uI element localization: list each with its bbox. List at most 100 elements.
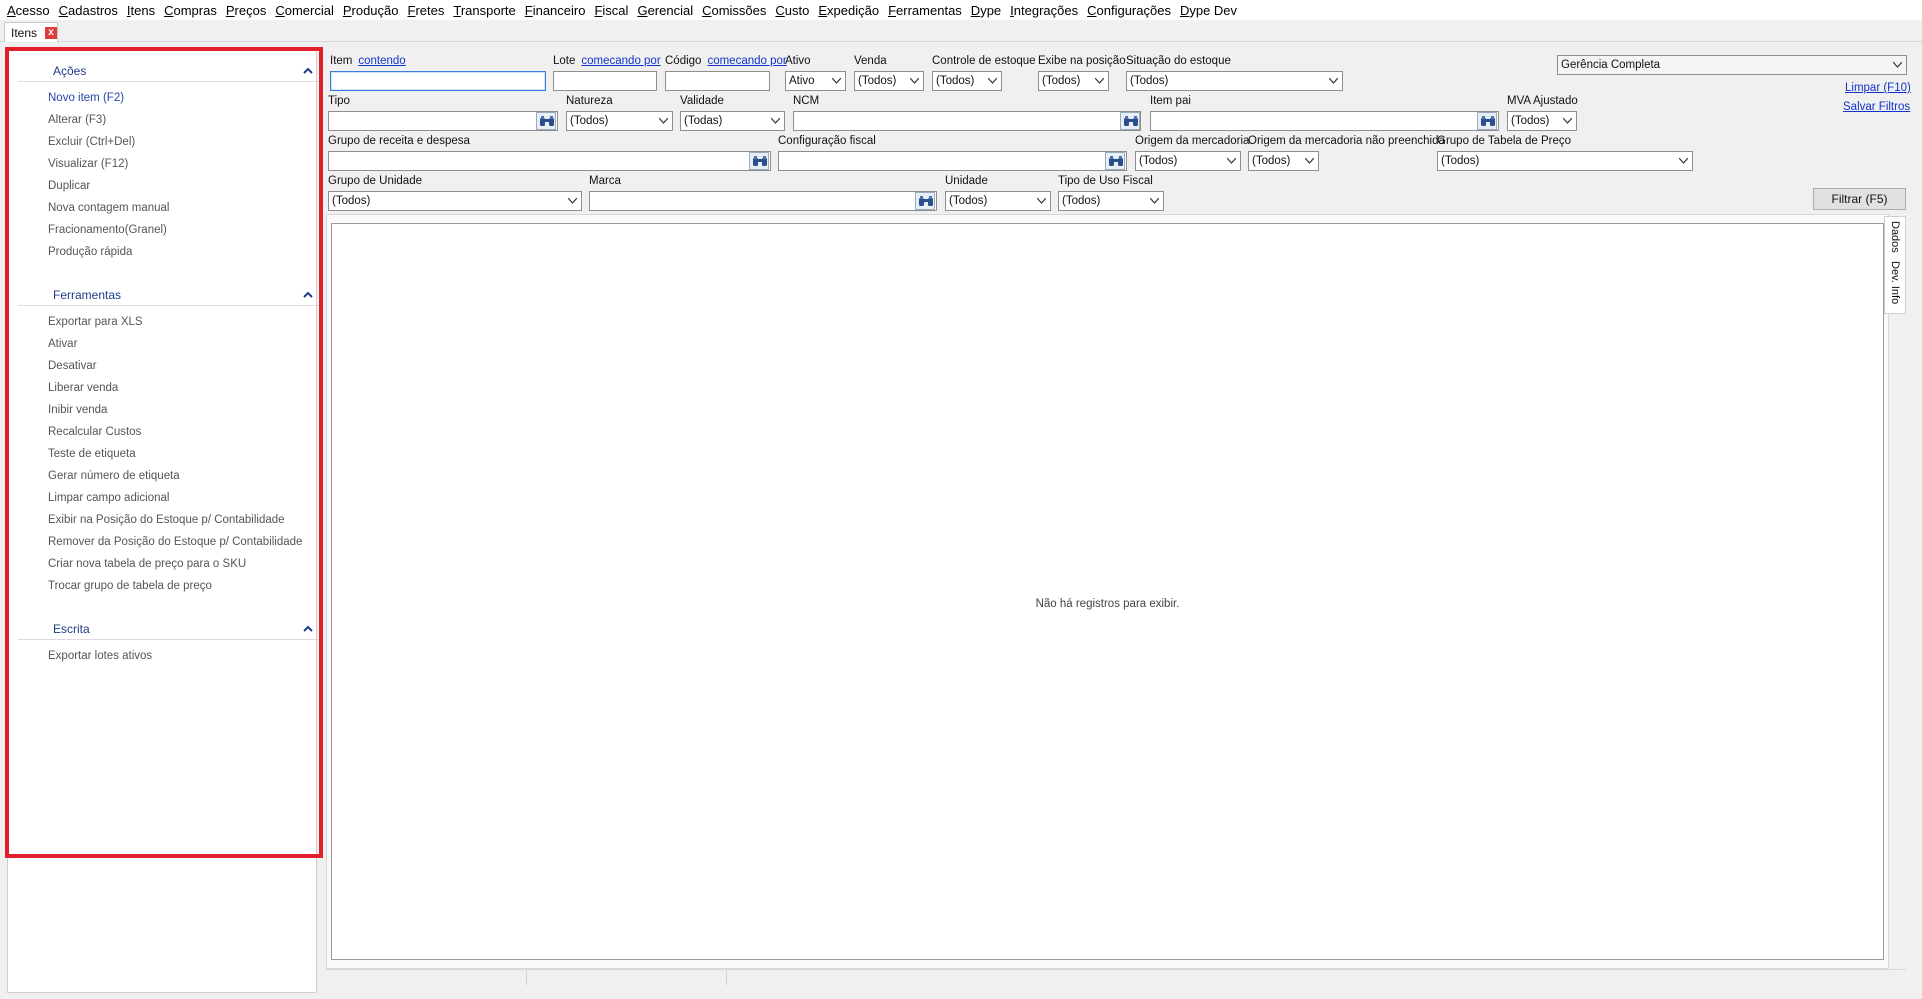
sidebar-action-item[interactable]: Produção rápida bbox=[48, 246, 132, 258]
perfil-select[interactable]: Gerência Completa bbox=[1557, 55, 1907, 75]
sidebar-action-item[interactable]: Liberar venda bbox=[48, 382, 118, 394]
item-mode-link[interactable]: contendo bbox=[358, 55, 405, 67]
chevron-down-icon bbox=[1305, 158, 1314, 164]
sidebar-action-item[interactable]: Limpar campo adicional bbox=[48, 492, 169, 504]
exibe-posicao-select[interactable]: (Todos) bbox=[1038, 71, 1109, 91]
codigo-input[interactable] bbox=[665, 71, 770, 91]
sidebar-action-item[interactable]: Visualizar (F12) bbox=[48, 158, 128, 170]
menu-item-3[interactable]: Compras bbox=[164, 3, 217, 18]
item-pai-input[interactable] bbox=[1150, 111, 1499, 131]
mva-select[interactable]: (Todos) bbox=[1507, 111, 1577, 131]
codigo-label: Código comecando por bbox=[665, 55, 787, 67]
group-header-0[interactable]: Ações bbox=[18, 60, 320, 82]
codigo-mode-link[interactable]: comecando por bbox=[707, 55, 786, 67]
binoculars-icon[interactable] bbox=[1105, 152, 1125, 170]
menu-item-1[interactable]: Cadastros bbox=[59, 3, 118, 18]
sidebar-action-item[interactable]: Duplicar bbox=[48, 180, 90, 192]
menu-item-15[interactable]: Ferramentas bbox=[888, 3, 962, 18]
tab-itens[interactable]: Itens x bbox=[4, 22, 58, 42]
sidebar-action-item[interactable]: Remover da Posição do Estoque p/ Contabi… bbox=[48, 536, 302, 548]
unidade-select[interactable]: (Todos) bbox=[945, 191, 1051, 211]
config-fiscal-input[interactable] bbox=[778, 151, 1127, 171]
menu-item-8[interactable]: Transporte bbox=[453, 3, 515, 18]
tab-dev-info[interactable]: Dev. Info bbox=[1889, 261, 1901, 304]
controle-estoque-label: Controle de estoque bbox=[932, 55, 1036, 67]
menu-item-4[interactable]: Preços bbox=[226, 3, 266, 18]
sidebar-action-item[interactable]: Alterar (F3) bbox=[48, 114, 106, 126]
tipo-input[interactable] bbox=[328, 111, 558, 131]
chevron-down-icon bbox=[988, 78, 997, 84]
situacao-estoque-label: Situação do estoque bbox=[1126, 55, 1231, 67]
filtrar-button[interactable]: Filtrar (F5) bbox=[1813, 188, 1906, 210]
sidebar-action-item[interactable]: Desativar bbox=[48, 360, 97, 372]
grupo-unidade-select[interactable]: (Todos) bbox=[328, 191, 582, 211]
group-title: Ações bbox=[53, 63, 87, 78]
ncm-input[interactable] bbox=[793, 111, 1141, 131]
chevron-up-icon[interactable] bbox=[302, 623, 314, 635]
sidebar-action-item[interactable]: Trocar grupo de tabela de preço bbox=[48, 580, 212, 592]
sidebar-action-item[interactable]: Criar nova tabela de preço para o SKU bbox=[48, 558, 246, 570]
sidebar-action-item[interactable]: Recalcular Custos bbox=[48, 426, 141, 438]
menu-item-0[interactable]: Acesso bbox=[7, 3, 50, 18]
sidebar-action-item[interactable]: Excluir (Ctrl+Del) bbox=[48, 136, 135, 148]
chevron-up-icon[interactable] bbox=[302, 65, 314, 77]
menu-item-12[interactable]: Comissões bbox=[702, 3, 766, 18]
sidebar-action-item[interactable]: Ativar bbox=[48, 338, 77, 350]
lote-mode-link[interactable]: comecando por bbox=[581, 55, 660, 67]
ativo-select[interactable]: Ativo bbox=[785, 71, 846, 91]
salvar-filtros-link[interactable]: Salvar Filtros bbox=[1843, 101, 1910, 113]
menu-item-17[interactable]: Integrações bbox=[1010, 3, 1078, 18]
group-header-1[interactable]: Ferramentas bbox=[18, 284, 320, 306]
marca-input[interactable] bbox=[589, 191, 937, 211]
menu-item-16[interactable]: Dype bbox=[971, 3, 1001, 18]
menu-item-14[interactable]: Expedição bbox=[818, 3, 879, 18]
sidebar-action-item[interactable]: Fracionamento(Granel) bbox=[48, 224, 167, 236]
sidebar-action-item[interactable]: Teste de etiqueta bbox=[48, 448, 136, 460]
sidebar-action-item[interactable]: Exibir na Posição do Estoque p/ Contabil… bbox=[48, 514, 285, 526]
results-grid[interactable]: Não há registros para exibir. bbox=[331, 223, 1884, 960]
mva-label: MVA Ajustado bbox=[1507, 95, 1578, 107]
menu-item-13[interactable]: Custo bbox=[775, 3, 809, 18]
venda-select[interactable]: (Todos) bbox=[854, 71, 924, 91]
status-divider bbox=[526, 971, 527, 985]
menu-item-5[interactable]: Comercial bbox=[275, 3, 334, 18]
controle-estoque-select[interactable]: (Todos) bbox=[932, 71, 1002, 91]
menu-item-10[interactable]: Fiscal bbox=[594, 3, 628, 18]
tipo-uso-select[interactable]: (Todos) bbox=[1058, 191, 1164, 211]
scrollbar[interactable] bbox=[1906, 214, 1916, 984]
chevron-down-icon bbox=[832, 78, 841, 84]
sidebar-action-item[interactable]: Exportar para XLS bbox=[48, 316, 143, 328]
close-icon[interactable]: x bbox=[45, 27, 57, 39]
binoculars-icon[interactable] bbox=[1120, 112, 1140, 130]
binoculars-icon[interactable] bbox=[536, 112, 556, 130]
grupo-receita-label: Grupo de receita e despesa bbox=[328, 135, 470, 147]
chevron-up-icon[interactable] bbox=[302, 289, 314, 301]
limpar-link[interactable]: Limpar (F10) bbox=[1845, 82, 1911, 94]
sidebar-action-item[interactable]: Exportar lotes ativos bbox=[48, 650, 152, 662]
menu-item-2[interactable]: Itens bbox=[127, 3, 155, 18]
sidebar-action-item[interactable]: Inibir venda bbox=[48, 404, 107, 416]
menu-item-6[interactable]: Produção bbox=[343, 3, 399, 18]
binoculars-icon[interactable] bbox=[749, 152, 769, 170]
natureza-select[interactable]: (Todos) bbox=[566, 111, 673, 131]
item-input[interactable] bbox=[330, 71, 546, 91]
menu-item-18[interactable]: Configurações bbox=[1087, 3, 1171, 18]
grupo-tabela-select[interactable]: (Todos) bbox=[1437, 151, 1693, 171]
menu-item-11[interactable]: Gerencial bbox=[637, 3, 693, 18]
origem-nao-select[interactable]: (Todos) bbox=[1248, 151, 1319, 171]
binoculars-icon[interactable] bbox=[1477, 112, 1497, 130]
menu-item-7[interactable]: Fretes bbox=[408, 3, 445, 18]
situacao-estoque-select[interactable]: (Todos) bbox=[1126, 71, 1343, 91]
sidebar-action-item[interactable]: Novo item (F2) bbox=[48, 92, 124, 104]
menu-item-9[interactable]: Financeiro bbox=[525, 3, 586, 18]
menu-item-19[interactable]: Dype Dev bbox=[1180, 3, 1237, 18]
lote-input[interactable] bbox=[553, 71, 657, 91]
sidebar-action-item[interactable]: Nova contagem manual bbox=[48, 202, 169, 214]
binoculars-icon[interactable] bbox=[915, 192, 935, 210]
group-header-2[interactable]: Escrita bbox=[18, 618, 320, 640]
tab-dados[interactable]: Dados bbox=[1889, 221, 1901, 253]
grupo-receita-input[interactable] bbox=[328, 151, 771, 171]
validade-select[interactable]: (Todas) bbox=[680, 111, 785, 131]
origem-select[interactable]: (Todos) bbox=[1135, 151, 1241, 171]
sidebar-action-item[interactable]: Gerar número de etiqueta bbox=[48, 470, 180, 482]
